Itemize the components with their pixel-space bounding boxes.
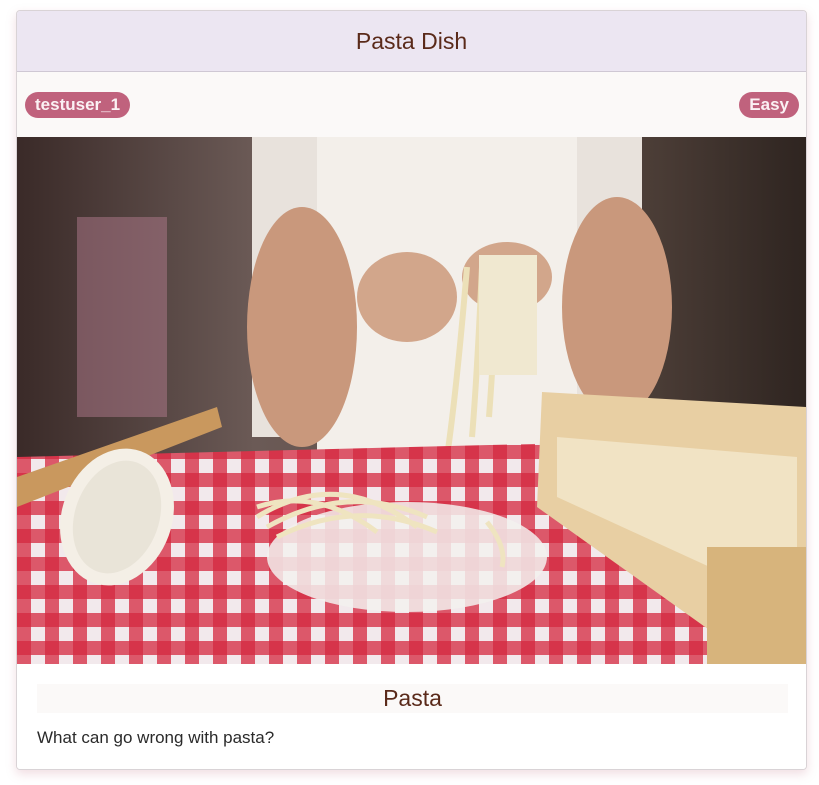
card-header: Pasta Dish	[17, 11, 806, 72]
dish-name: Pasta	[37, 684, 788, 713]
recipe-photo	[17, 137, 806, 664]
dish-description: What can go wrong with pasta?	[37, 728, 275, 747]
author-badge[interactable]: testuser_1	[25, 92, 131, 118]
card-title: Pasta Dish	[355, 27, 468, 54]
difficulty-badge: Easy	[739, 92, 799, 118]
card-body: Pasta What can go wrong with pasta?	[17, 664, 806, 769]
recipe-card[interactable]: Pasta Dish testuser_1 Easy Pasta What ca…	[16, 10, 807, 770]
meta-row: testuser_1 Easy	[17, 72, 806, 137]
